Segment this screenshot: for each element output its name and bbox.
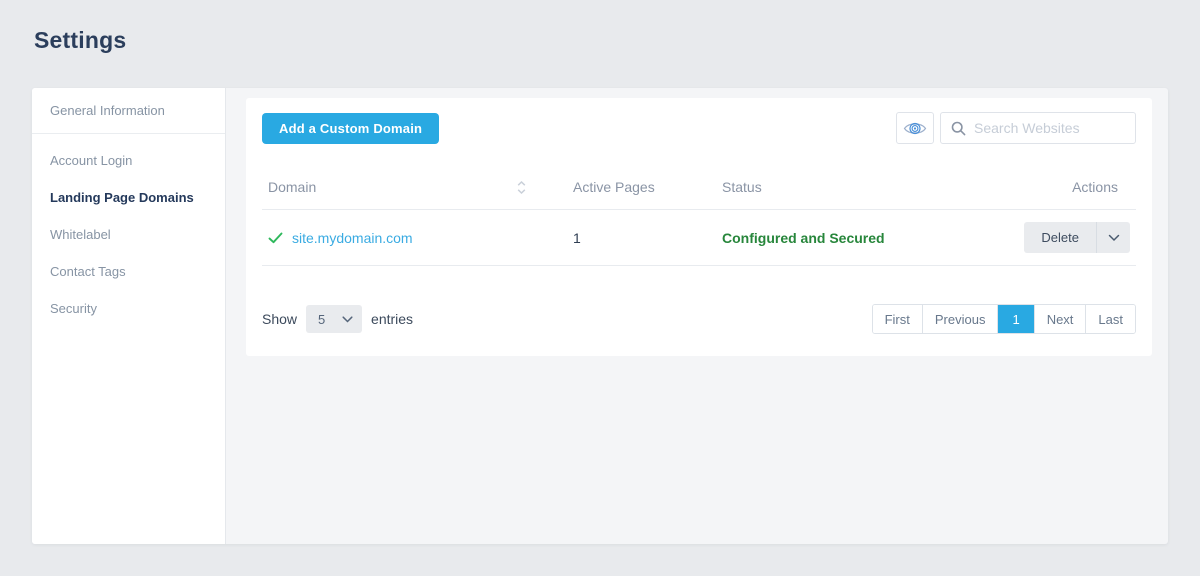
pagination-last-button[interactable]: Last [1086,305,1135,333]
table-footer: Show 5 entries First Previous 1 [262,304,1136,334]
domain-cell: site.mydomain.com [262,230,567,246]
pagination: First Previous 1 Next Last [872,304,1136,334]
search-icon [951,121,966,136]
sidebar-item-account-login[interactable]: Account Login [32,142,225,179]
toolbar: Add a Custom Domain [262,112,1136,144]
sidebar-item-contact-tags[interactable]: Contact Tags [32,253,225,290]
sidebar-item-security[interactable]: Security [32,290,225,327]
eye-icon [903,120,927,137]
show-entries: Show 5 entries [262,305,413,333]
sidebar-item-general-information[interactable]: General Information [32,92,225,134]
table-header-row: Domain Active Pages Status Actions [262,165,1136,210]
table-row: site.mydomain.com 1 Configured and Secur… [262,210,1136,266]
active-pages-cell: 1 [567,230,722,246]
eye-button[interactable] [896,112,934,144]
pagination-previous-button[interactable]: Previous [923,305,999,333]
sidebar-item-landing-page-domains[interactable]: Landing Page Domains [32,179,225,216]
status-badge: Configured and Secured [722,230,885,246]
actions-cell: Delete [996,222,1136,253]
search-websites-box [940,112,1136,144]
entries-label: entries [371,311,413,327]
page-size-select[interactable]: 5 [306,305,362,333]
check-icon [268,232,283,244]
status-cell: Configured and Secured [722,230,996,246]
sidebar-item-whitelabel[interactable]: Whitelabel [32,216,225,253]
show-label: Show [262,311,297,327]
add-custom-domain-button[interactable]: Add a Custom Domain [262,113,439,144]
chevron-down-icon [1108,234,1120,242]
domains-table: Domain Active Pages Status Actions [262,165,1136,266]
pagination-page-1-button[interactable]: 1 [998,305,1034,333]
domain-header-label: Domain [268,179,316,195]
domains-panel: Add a Custom Domain [246,98,1152,356]
column-header-status: Status [722,179,996,195]
domains-content: Add a Custom Domain [226,88,1168,544]
settings-card: General Information Account Login Landin… [32,88,1168,544]
page-size-value: 5 [318,312,325,327]
domain-link[interactable]: site.mydomain.com [292,230,413,246]
column-header-domain[interactable]: Domain [262,179,567,195]
pagination-next-button[interactable]: Next [1035,305,1087,333]
settings-sidebar: General Information Account Login Landin… [32,88,226,544]
search-websites-input[interactable] [974,120,1125,136]
pagination-first-button[interactable]: First [873,305,923,333]
delete-button[interactable]: Delete [1024,222,1096,253]
sort-icon[interactable] [516,180,527,195]
column-header-active-pages: Active Pages [567,179,722,195]
page-title: Settings [34,27,126,54]
column-header-actions: Actions [996,179,1136,195]
delete-split-button: Delete [1024,222,1130,253]
select-chevron-down-icon [342,316,353,323]
delete-dropdown-toggle[interactable] [1096,222,1130,253]
